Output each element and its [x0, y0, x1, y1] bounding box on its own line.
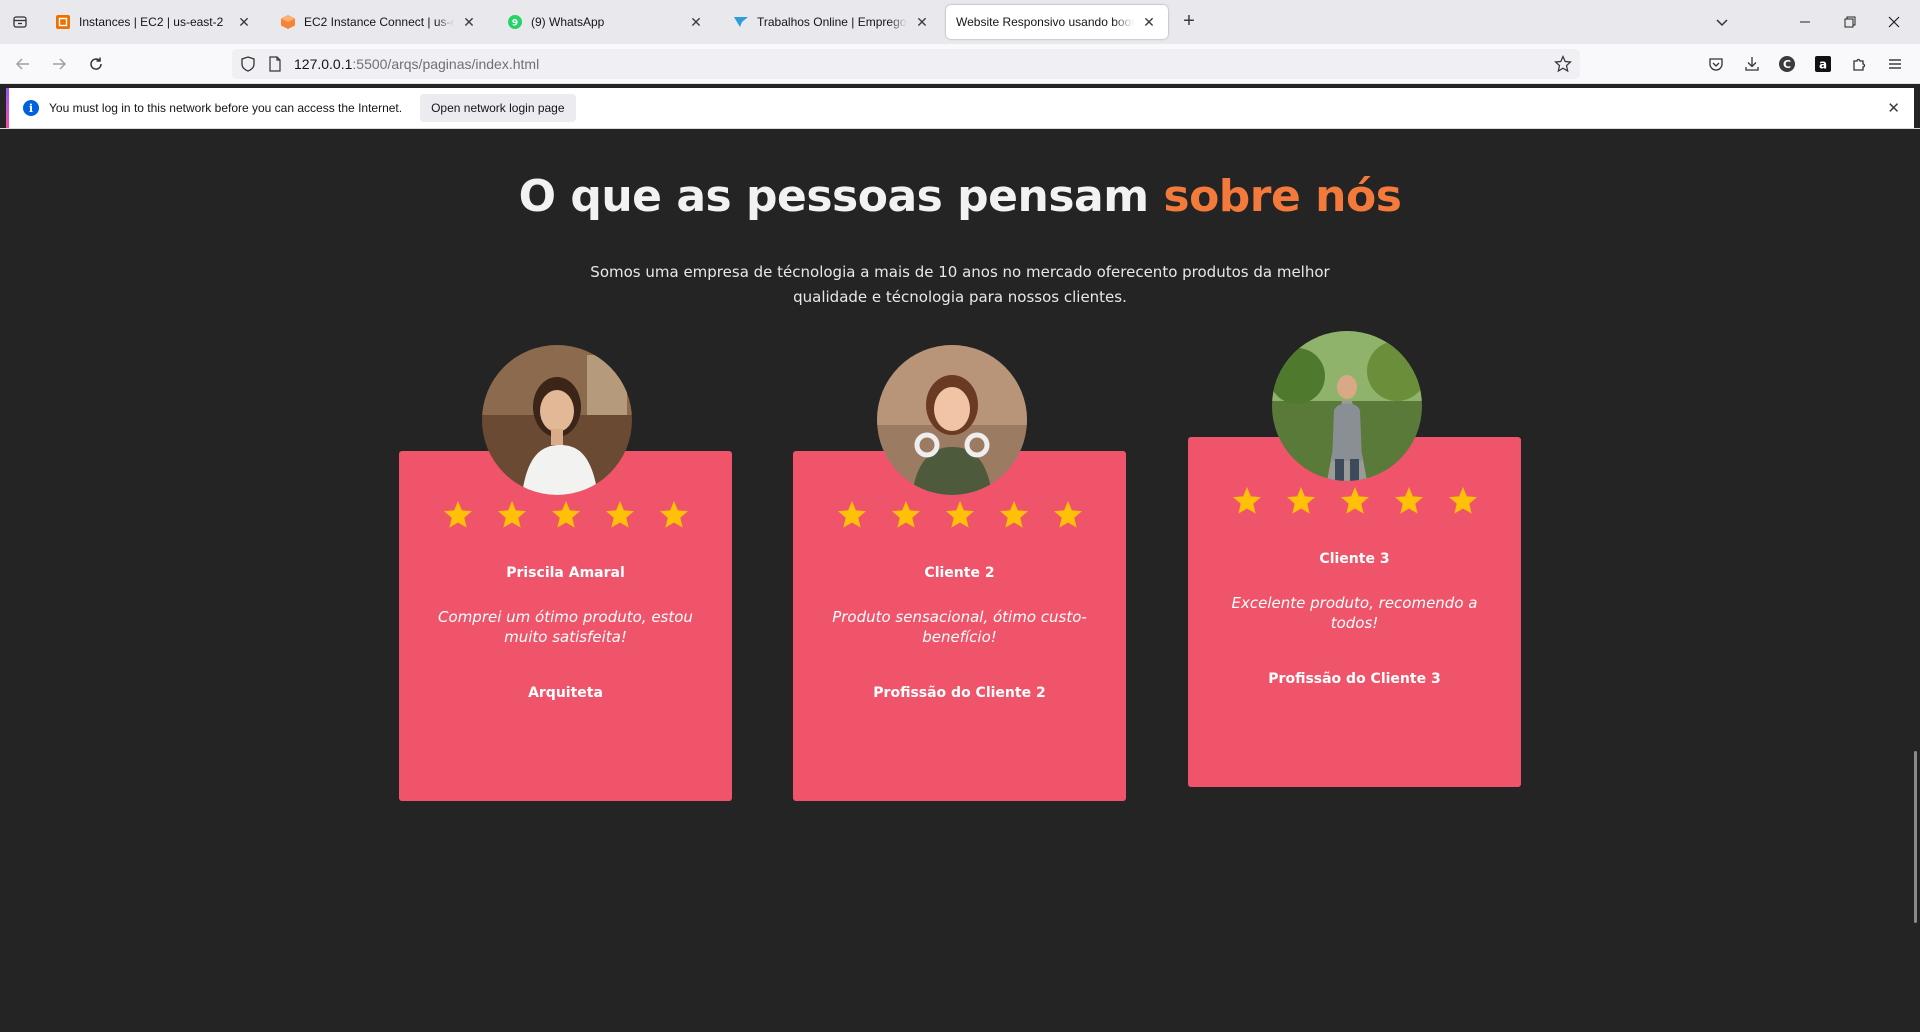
- star-icon: [443, 501, 472, 528]
- tab-title: (9) WhatsApp: [531, 15, 605, 29]
- star-icon: [1394, 487, 1423, 514]
- client-quote: Produto sensacional, ótimo custo-benefíc…: [832, 608, 1087, 646]
- close-tab-icon[interactable]: ✕: [460, 13, 478, 31]
- minimize-icon[interactable]: [1791, 8, 1819, 36]
- close-icon[interactable]: ✕: [1887, 99, 1900, 117]
- star-icon: [1286, 487, 1315, 514]
- star-icon: [837, 501, 866, 528]
- tab-ec2-connect[interactable]: EC2 Instance Connect | us-east-2 ✕: [270, 5, 488, 39]
- url-host: 127.0.0.1: [294, 56, 353, 72]
- whatsapp-icon: 9: [507, 14, 523, 30]
- svg-text:a: a: [1819, 58, 1827, 72]
- client-name: Priscila Amaral: [506, 565, 625, 581]
- svg-text:C: C: [1783, 58, 1791, 71]
- page-scrollbar[interactable]: [1914, 751, 1917, 923]
- rating-stars: [793, 499, 1126, 531]
- client-avatar: [482, 345, 632, 495]
- url-path: :5500/arqs/paginas/index.html: [352, 56, 540, 72]
- testimonial-card: Cliente 2 Produto sensacional, ótimo cus…: [793, 451, 1126, 801]
- heading-main: O que as pessoas pensam: [518, 171, 1164, 222]
- svg-text:9: 9: [512, 19, 518, 29]
- extensions-puzzle-icon[interactable]: [1849, 54, 1869, 74]
- testimonial-card: Priscila Amaral Comprei um ótimo produto…: [399, 451, 732, 801]
- captive-portal-notification: i You must log in to this network before…: [6, 88, 1914, 128]
- url-bar[interactable]: 127.0.0.1:5500/arqs/paginas/index.html: [232, 49, 1580, 79]
- client-role: Profissão do Cliente 3: [1268, 671, 1441, 687]
- url-text: 127.0.0.1:5500/arqs/paginas/index.html: [294, 56, 539, 72]
- list-all-tabs-icon[interactable]: [9, 11, 31, 33]
- tab-title: Website Responsivo usando bootstrap: [956, 15, 1134, 29]
- extension-c-icon[interactable]: C: [1777, 54, 1797, 74]
- star-icon: [551, 501, 580, 528]
- section-heading: O que as pessoas pensam sobre nós: [0, 171, 1920, 222]
- client-name: Cliente 2: [924, 565, 995, 581]
- bookmark-star-icon[interactable]: [1554, 55, 1572, 78]
- notification-text: You must log in to this network before y…: [49, 101, 403, 115]
- client-avatar: [877, 345, 1027, 495]
- new-tab-icon[interactable]: +: [1178, 11, 1200, 33]
- forward-arrow-icon[interactable]: [47, 52, 71, 76]
- client-avatar: [1272, 331, 1422, 481]
- workana-icon: [733, 14, 749, 30]
- tab-website-responsivo[interactable]: Website Responsivo usando bootstrap ✕: [946, 5, 1168, 39]
- client-name: Cliente 3: [1319, 551, 1390, 567]
- reload-icon[interactable]: [84, 52, 108, 76]
- star-icon: [659, 501, 688, 528]
- star-icon: [891, 501, 920, 528]
- close-tab-icon[interactable]: ✕: [235, 13, 253, 31]
- tab-strip: Instances | EC2 | us-east-2 ✕ EC2 Instan…: [0, 0, 1920, 44]
- client-quote: Comprei um ótimo produto, estou muito sa…: [438, 608, 693, 646]
- back-arrow-icon[interactable]: [11, 52, 35, 76]
- heading-accent: sobre nós: [1163, 171, 1402, 222]
- star-icon: [1053, 501, 1082, 528]
- tab-title: Instances | EC2 | us-east-2: [79, 15, 224, 29]
- chevron-down-icon[interactable]: [1708, 8, 1736, 36]
- section-subtitle: Somos uma empresa de técnologia a mais d…: [590, 263, 1330, 306]
- page-info-icon[interactable]: [268, 56, 282, 77]
- tab-title: Trabalhos Online | Empregos de Freelance…: [757, 15, 907, 29]
- tab-whatsapp[interactable]: 9 (9) WhatsApp ✕: [497, 5, 715, 39]
- open-login-page-button[interactable]: Open network login page: [420, 94, 576, 122]
- star-icon: [945, 501, 974, 528]
- tab-ec2-instances[interactable]: Instances | EC2 | us-east-2 ✕: [45, 5, 263, 39]
- page-content: O que as pessoas pensam sobre nós Somos …: [0, 129, 1920, 1032]
- star-icon: [1232, 487, 1261, 514]
- aws-ec2-icon: [55, 14, 71, 30]
- close-window-icon[interactable]: [1880, 8, 1908, 36]
- client-role: Arquiteta: [528, 685, 603, 701]
- tab-trabalhos-online[interactable]: Trabalhos Online | Empregos de Freelance…: [723, 5, 941, 39]
- hamburger-menu-icon[interactable]: [1885, 54, 1905, 74]
- star-icon: [605, 501, 634, 528]
- aws-cube-icon: [280, 14, 296, 30]
- client-role: Profissão do Cliente 2: [873, 685, 1046, 701]
- testimonial-card: Cliente 3 Excelente produto, recomendo a…: [1188, 437, 1521, 787]
- amazon-extension-icon[interactable]: a: [1813, 54, 1833, 74]
- tab-title: EC2 Instance Connect | us-east-2: [304, 15, 454, 29]
- star-icon: [1340, 487, 1369, 514]
- restore-icon[interactable]: [1836, 8, 1864, 36]
- info-icon: i: [23, 100, 39, 116]
- client-quote: Excelente produto, recomendo a todos!: [1231, 594, 1478, 632]
- close-tab-icon[interactable]: ✕: [1140, 13, 1158, 31]
- download-icon[interactable]: [1742, 54, 1762, 74]
- close-tab-icon[interactable]: ✕: [687, 13, 705, 31]
- star-icon: [999, 501, 1028, 528]
- pocket-icon[interactable]: [1706, 54, 1726, 74]
- navigation-toolbar: 127.0.0.1:5500/arqs/paginas/index.html C…: [0, 44, 1920, 84]
- shield-icon[interactable]: [240, 56, 256, 77]
- rating-stars: [399, 499, 732, 531]
- close-tab-icon[interactable]: ✕: [913, 13, 931, 31]
- star-icon: [1448, 487, 1477, 514]
- star-icon: [497, 501, 526, 528]
- rating-stars: [1188, 485, 1521, 517]
